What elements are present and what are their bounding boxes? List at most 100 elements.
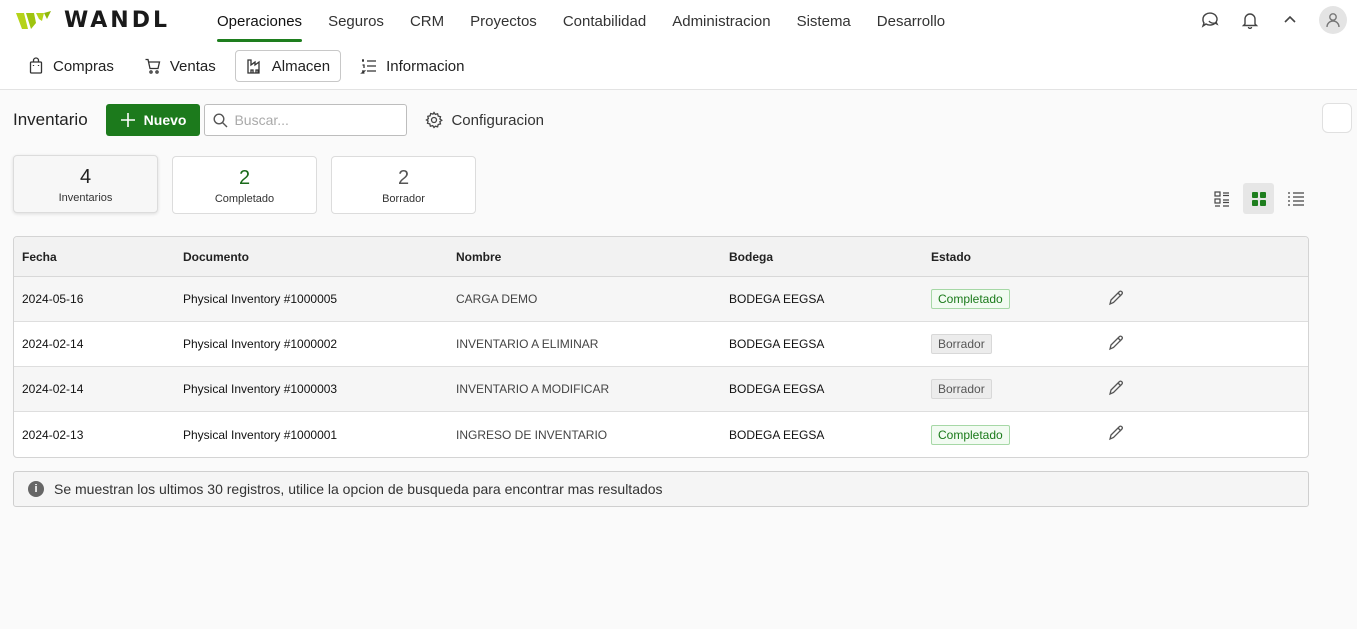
nav-item-operaciones[interactable]: Operaciones — [217, 0, 303, 42]
grid-view-icon[interactable] — [1243, 183, 1274, 214]
config-button[interactable]: Configuracion — [425, 111, 544, 129]
view-toggles — [1206, 183, 1311, 214]
col-header-fecha[interactable]: Fecha — [14, 250, 183, 264]
brand-logo[interactable]: WANDL — [14, 8, 170, 33]
cell-actions — [1107, 379, 1167, 400]
list-view-icon[interactable] — [1280, 183, 1311, 214]
status-badge: Completado — [931, 424, 1010, 445]
table-row[interactable]: 2024-05-16 Physical Inventory #1000005 CAR… — [14, 277, 1308, 322]
floating-panel-button[interactable] — [1322, 103, 1352, 133]
col-header-documento[interactable]: Documento — [183, 250, 456, 264]
cell-actions — [1107, 289, 1167, 310]
card-view-icon[interactable] — [1206, 183, 1237, 214]
cell-bodega: BODEGA EEGSA — [729, 382, 825, 396]
subnav-informacion[interactable]: Informacion — [349, 50, 475, 82]
cell-estado: Borrador — [931, 334, 1107, 354]
top-icons — [1199, 6, 1347, 34]
subnav-label: Ventas — [169, 57, 216, 75]
cell-fecha: 2024-05-16 — [22, 292, 84, 306]
cell-nombre: INVENTARIO A ELIMINAR — [456, 337, 599, 351]
subnav-compras[interactable]: Compras — [16, 50, 125, 82]
plus-icon — [120, 113, 135, 127]
page-title: Inventario — [13, 110, 88, 129]
edit-pencil-icon[interactable] — [1107, 379, 1125, 400]
cell-nombre: CARGA DEMO — [456, 292, 538, 306]
nav-item-proyectos[interactable]: Proyectos — [470, 0, 537, 42]
subnav-almacen[interactable]: Almacen — [234, 50, 342, 82]
chevron-up-icon[interactable] — [1279, 9, 1301, 31]
nav-item-administracion[interactable]: Administracion — [672, 0, 770, 42]
stat-label: Inventarios — [58, 192, 113, 204]
stat-value: 2 — [238, 167, 251, 189]
cell-actions — [1107, 424, 1167, 445]
logo-mark-icon — [16, 10, 51, 29]
gear-icon — [425, 111, 444, 129]
stat-value: 2 — [397, 167, 410, 189]
nav-item-sistema[interactable]: Sistema — [797, 0, 851, 42]
cell-documento[interactable]: Physical Inventory #1000001 — [183, 428, 456, 442]
stat-card-borrador[interactable]: 2 Borrador — [331, 156, 476, 214]
cell-documento[interactable]: Physical Inventory #1000002 — [183, 337, 456, 351]
sub-nav: Compras Ventas Almacen Informacion — [16, 50, 475, 82]
new-button[interactable]: Nuevo — [105, 104, 201, 136]
cell-actions — [1107, 334, 1167, 355]
nav-item-desarrollo[interactable]: Desarrollo — [877, 0, 945, 42]
user-avatar-icon[interactable] — [1319, 6, 1347, 34]
cart-icon — [145, 58, 161, 74]
search-input[interactable] — [234, 112, 395, 128]
col-header-bodega[interactable]: Bodega — [729, 250, 931, 264]
cell-bodega: BODEGA EEGSA — [729, 292, 825, 306]
cell-estado: Completado — [931, 424, 1107, 445]
col-header-nombre[interactable]: Nombre — [456, 250, 729, 264]
stat-card-inventarios[interactable]: 4 Inventarios — [13, 155, 158, 213]
new-button-label: Nuevo — [143, 112, 187, 128]
edit-pencil-icon[interactable] — [1107, 289, 1125, 310]
sub-navbar: Compras Ventas Almacen Informacion — [0, 42, 1357, 90]
info-icon: i — [28, 481, 44, 497]
search-box[interactable] — [204, 104, 408, 136]
cell-estado: Borrador — [931, 379, 1107, 399]
top-navbar: WANDL Operaciones Seguros CRM Proyectos Cont… — [0, 0, 1357, 42]
status-badge: Completado — [931, 289, 1010, 309]
stat-card-completado[interactable]: 2 Completado — [172, 156, 317, 214]
subnav-ventas[interactable]: Ventas — [133, 50, 227, 82]
cell-bodega: BODEGA EEGSA — [729, 427, 825, 442]
edit-pencil-icon[interactable] — [1107, 334, 1125, 355]
list-icon — [360, 59, 377, 74]
nav-item-contabilidad[interactable]: Contabilidad — [563, 0, 646, 42]
chat-icon[interactable] — [1199, 9, 1221, 31]
inventory-table: Fecha Documento Nombre Bodega Estado 202… — [13, 236, 1309, 458]
cell-nombre: INVENTARIO A MODIFICAR — [456, 382, 610, 396]
status-badge: Borrador — [931, 379, 992, 399]
nav-item-seguros[interactable]: Seguros — [328, 0, 384, 42]
subnav-label: Almacen — [271, 57, 331, 75]
cell-fecha: 2024-02-13 — [22, 427, 84, 442]
cell-documento[interactable]: Physical Inventory #1000005 — [183, 292, 456, 306]
bag-icon — [29, 57, 43, 74]
table-row[interactable]: 2024-02-14 Physical Inventory #1000003 INV… — [14, 367, 1308, 412]
table-row[interactable]: 2024-02-14 Physical Inventory #1000002 INV… — [14, 322, 1308, 367]
nav-item-crm[interactable]: CRM — [410, 0, 444, 42]
page-toolbar: Inventario Nuevo Configuracion — [13, 104, 544, 136]
cell-documento[interactable]: Physical Inventory #1000003 — [183, 382, 456, 396]
cell-nombre: INGRESO DE INVENTARIO — [456, 427, 608, 442]
table-body: 2024-05-16 Physical Inventory #1000005 CAR… — [14, 277, 1308, 457]
subnav-label: Compras — [53, 57, 114, 75]
stat-label: Completado — [214, 193, 275, 205]
subnav-label: Informacion — [386, 57, 465, 75]
stat-value: 4 — [79, 166, 92, 188]
config-label: Configuracion — [451, 111, 545, 129]
main-nav: Operaciones Seguros CRM Proyectos Contabilid… — [217, 0, 971, 42]
edit-pencil-icon[interactable] — [1107, 424, 1125, 445]
warehouse-icon — [247, 59, 260, 74]
brand-name: WANDL — [64, 8, 170, 33]
col-header-estado[interactable]: Estado — [931, 250, 1107, 264]
cell-fecha: 2024-02-14 — [22, 382, 84, 396]
stat-label: Borrador — [382, 193, 425, 205]
info-message: Se muestran los ultimos 30 registros, ut… — [54, 481, 663, 497]
table-header: Fecha Documento Nombre Bodega Estado — [14, 237, 1308, 277]
info-banner: i Se muestran los ultimos 30 registros, … — [13, 471, 1309, 507]
table-row[interactable]: 2024-02-13 Physical Inventory #1000001 ING… — [14, 412, 1308, 457]
cell-estado: Completado — [931, 289, 1107, 309]
bell-icon[interactable] — [1239, 9, 1261, 31]
